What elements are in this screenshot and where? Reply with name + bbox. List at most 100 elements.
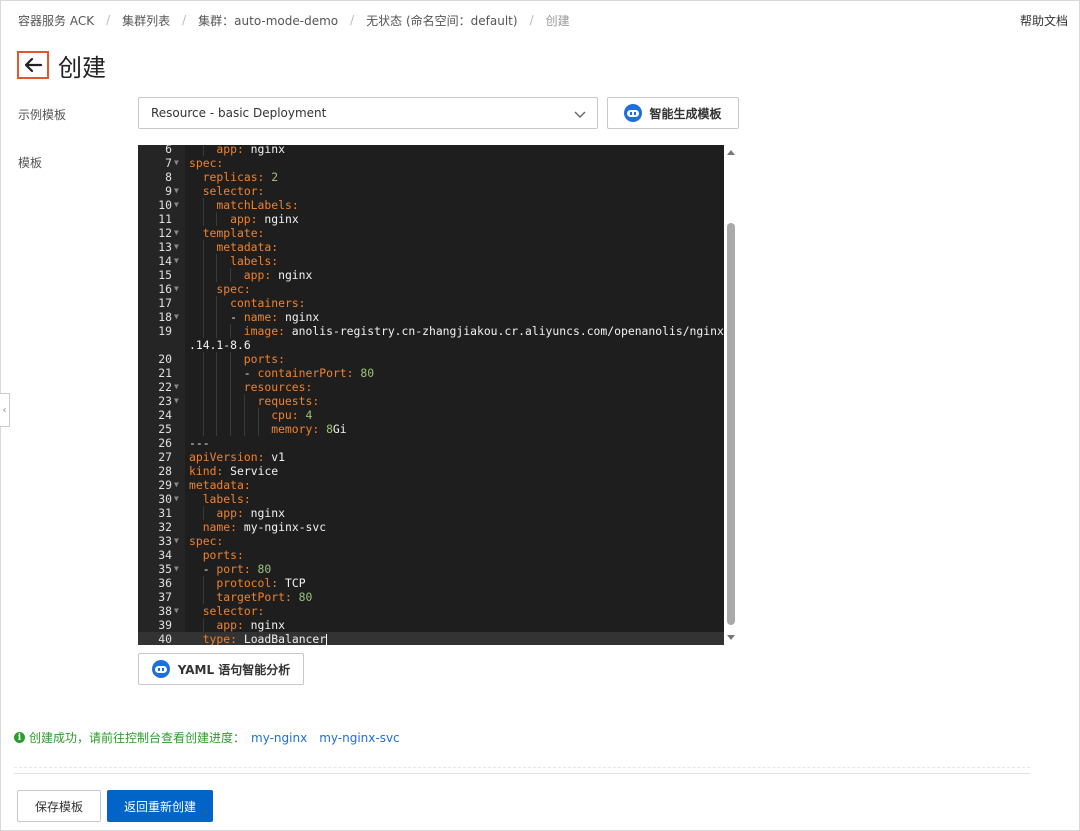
line-number: 31 bbox=[158, 506, 172, 520]
yaml-analyze-label: YAML 语句智能分析 bbox=[177, 662, 291, 677]
code-text: resources: bbox=[243, 380, 313, 394]
save-template-button[interactable]: 保存模板 bbox=[17, 790, 101, 822]
success-message: i 创建成功，请前往控制台查看创建进度： my-nginx my-nginx-s… bbox=[14, 729, 400, 746]
text-cursor bbox=[326, 633, 328, 645]
indent-guide bbox=[202, 394, 204, 408]
recreate-button[interactable]: 返回重新创建 bbox=[107, 790, 213, 822]
code-text: image: anolis-registry.cn-zhangjiakou.cr… bbox=[243, 324, 724, 338]
line-number: 21 bbox=[158, 366, 172, 380]
code-text: - name: nginx bbox=[230, 310, 320, 324]
editor-scrollbar[interactable] bbox=[724, 145, 739, 645]
ai-generate-template-button[interactable]: 智能生成模板 bbox=[607, 97, 739, 129]
fold-caret-icon[interactable]: ▼ bbox=[174, 478, 179, 492]
scrollbar-thumb[interactable] bbox=[727, 223, 735, 625]
indent-guide bbox=[230, 366, 232, 380]
indent-guide bbox=[202, 324, 204, 338]
indent-guide bbox=[243, 408, 245, 422]
indent-guide bbox=[202, 422, 204, 436]
code-text: ports: bbox=[243, 352, 285, 366]
fold-caret-icon[interactable]: ▼ bbox=[174, 156, 179, 170]
line-number: 7 bbox=[165, 156, 172, 170]
fold-caret-icon[interactable]: ▼ bbox=[174, 492, 179, 506]
indent-guide bbox=[230, 408, 232, 422]
indent-guide bbox=[202, 618, 204, 632]
line-number: 10 bbox=[158, 198, 172, 212]
breadcrumb-cluster-list[interactable]: 集群列表 bbox=[122, 12, 170, 29]
indent-guide bbox=[216, 422, 218, 436]
line-number: 17 bbox=[158, 296, 172, 310]
template-example-select[interactable]: Resource - basic Deployment bbox=[138, 97, 598, 129]
code-line: 24 cpu: 4 bbox=[138, 408, 724, 422]
scroll-up-arrow-icon[interactable] bbox=[727, 150, 735, 155]
link-my-nginx[interactable]: my-nginx bbox=[251, 731, 307, 745]
indent-guide bbox=[202, 296, 204, 310]
code-text: selector: bbox=[202, 604, 265, 618]
code-line: 7 ▼ spec: bbox=[138, 156, 724, 170]
scroll-down-arrow-icon[interactable] bbox=[727, 635, 735, 640]
fold-caret-icon[interactable]: ▼ bbox=[174, 282, 179, 296]
code-text: requests: bbox=[257, 394, 320, 408]
code-line: 11 app: nginx bbox=[138, 212, 724, 226]
fold-caret-icon[interactable]: ▼ bbox=[174, 310, 179, 324]
line-number: 15 bbox=[158, 268, 172, 282]
fold-caret-icon[interactable]: ▼ bbox=[174, 380, 179, 394]
line-number: 19 bbox=[158, 324, 172, 338]
fold-caret-icon[interactable]: ▼ bbox=[174, 534, 179, 548]
fold-caret-icon[interactable]: ▼ bbox=[174, 184, 179, 198]
fold-caret-icon[interactable]: ▼ bbox=[174, 254, 179, 268]
line-number: 12 bbox=[158, 226, 172, 240]
back-button[interactable] bbox=[17, 51, 49, 79]
code-line: 15 app: nginx bbox=[138, 268, 724, 282]
line-number: 9 bbox=[165, 184, 172, 198]
yaml-analyze-button[interactable]: YAML 语句智能分析 bbox=[138, 653, 304, 685]
indent-guide bbox=[257, 408, 259, 422]
code-text: spec: bbox=[189, 534, 224, 548]
help-docs-link[interactable]: 帮助文档 bbox=[1020, 12, 1068, 29]
fold-caret-icon[interactable]: ▼ bbox=[174, 562, 179, 576]
line-number: 30 bbox=[158, 492, 172, 506]
link-my-nginx-svc[interactable]: my-nginx-svc bbox=[319, 731, 399, 745]
indent-guide bbox=[202, 380, 204, 394]
fold-caret-icon[interactable]: ▼ bbox=[174, 394, 179, 408]
line-number: 40 bbox=[158, 632, 172, 645]
code-line: 29 ▼ metadata: bbox=[138, 478, 724, 492]
line-number: 8 bbox=[165, 170, 172, 184]
code-text: template: bbox=[202, 226, 265, 240]
line-number: 24 bbox=[158, 408, 172, 422]
code-text: kind: Service bbox=[189, 464, 279, 478]
code-line: 20 ports: bbox=[138, 352, 724, 366]
fold-caret-icon[interactable]: ▼ bbox=[174, 226, 179, 240]
breadcrumb-stateless[interactable]: 无状态 (命名空间：default) bbox=[366, 12, 517, 29]
indent-guide bbox=[216, 268, 218, 282]
info-success-icon: i bbox=[14, 732, 25, 743]
template-example-label: 示例模板 bbox=[18, 108, 67, 122]
yaml-code-editor[interactable]: 6 app: nginx 7 ▼ spec: 8 replicas: 2 9 ▼ selector… bbox=[138, 145, 724, 645]
indent-guide bbox=[230, 268, 232, 282]
indent-guide bbox=[202, 590, 204, 604]
code-line: 40 type: LoadBalancer bbox=[138, 632, 724, 645]
code-text: metadata: bbox=[216, 240, 279, 254]
collapse-side-tab[interactable]: ‹ bbox=[0, 393, 10, 427]
code-line: 38 ▼ selector: bbox=[138, 604, 724, 618]
indent-guide bbox=[202, 268, 204, 282]
indent-guide bbox=[202, 240, 204, 254]
code-text: app: nginx bbox=[243, 268, 313, 282]
code-text: - port: 80 bbox=[202, 562, 272, 576]
line-number: 6 bbox=[165, 145, 172, 156]
fold-caret-icon[interactable]: ▼ bbox=[174, 604, 179, 618]
code-text: memory: 8Gi bbox=[271, 422, 347, 436]
breadcrumb-ack[interactable]: 容器服务 ACK bbox=[18, 12, 94, 29]
fold-caret-icon[interactable]: ▼ bbox=[174, 240, 179, 254]
indent-guide bbox=[230, 422, 232, 436]
indent-guide bbox=[230, 380, 232, 394]
fold-caret-icon[interactable]: ▼ bbox=[174, 198, 179, 212]
indent-guide bbox=[202, 254, 204, 268]
code-text: app: nginx bbox=[230, 212, 299, 226]
breadcrumb-cluster[interactable]: 集群：auto-mode-demo bbox=[198, 12, 338, 29]
indent-guide bbox=[216, 310, 218, 324]
code-text: containers: bbox=[230, 296, 306, 310]
code-line: 12 ▼ template: bbox=[138, 226, 724, 240]
breadcrumb: 容器服务 ACK / 集群列表 / 集群：auto-mode-demo / 无状… bbox=[18, 11, 570, 29]
line-number: 39 bbox=[158, 618, 172, 632]
code-line: 6 app: nginx bbox=[138, 145, 724, 156]
